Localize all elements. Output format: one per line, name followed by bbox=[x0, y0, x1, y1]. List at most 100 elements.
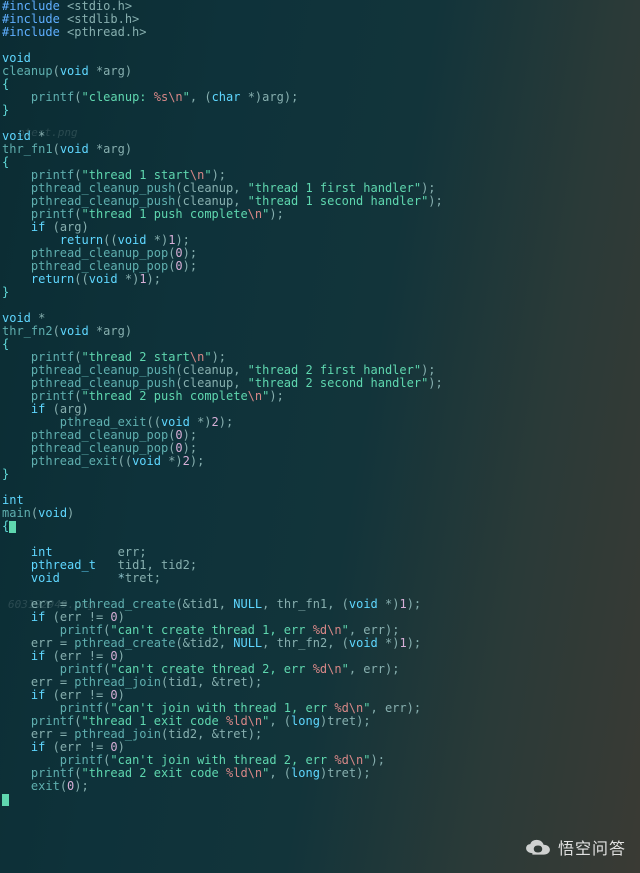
code-token: ( bbox=[175, 363, 182, 377]
code-token: 0 bbox=[175, 441, 182, 455]
code-token: ); bbox=[183, 259, 197, 273]
code-token bbox=[2, 272, 31, 286]
code-token: ); bbox=[407, 636, 421, 650]
code-token: err bbox=[118, 545, 140, 559]
code-token: ( bbox=[74, 714, 81, 728]
code-token: *) bbox=[161, 454, 183, 468]
code-token: ( bbox=[74, 389, 81, 403]
code-token: , bbox=[219, 636, 233, 650]
code-token: arg bbox=[60, 402, 82, 416]
code-token bbox=[2, 675, 31, 689]
code-token bbox=[2, 558, 31, 572]
code-token: cleanup bbox=[183, 194, 234, 208]
code-token: " bbox=[183, 90, 190, 104]
code-token bbox=[2, 415, 60, 429]
code-token: void bbox=[118, 233, 147, 247]
code-token: ); bbox=[183, 246, 197, 260]
code-token: *) bbox=[118, 272, 140, 286]
code-token: ; bbox=[139, 545, 146, 559]
code-token: 0 bbox=[110, 610, 117, 624]
code-token: * bbox=[31, 311, 45, 325]
code-token: "cleanup: bbox=[82, 90, 154, 104]
code-token: * bbox=[89, 324, 103, 338]
code-token: "thread 2 start bbox=[82, 350, 190, 364]
code-token: ); bbox=[407, 701, 421, 715]
code-token: ) bbox=[118, 688, 125, 702]
code-token bbox=[2, 116, 16, 130]
code-token: void bbox=[60, 324, 89, 338]
code-token bbox=[2, 259, 31, 273]
code-token bbox=[2, 597, 31, 611]
code-token: ; bbox=[154, 571, 161, 585]
code-token: != bbox=[82, 649, 111, 663]
code-token bbox=[2, 480, 16, 494]
code-token: "can't join with thread 1, err bbox=[110, 701, 334, 715]
code-token bbox=[2, 753, 60, 767]
code-token: "can't create thread 1, err bbox=[110, 623, 312, 637]
code-token: <stdlib.h> bbox=[60, 12, 139, 26]
code-token: tid1 bbox=[190, 597, 219, 611]
code-token: NULL bbox=[233, 597, 262, 611]
code-token: (( bbox=[74, 272, 88, 286]
code-token: ); bbox=[183, 441, 197, 455]
code-token: %s\n bbox=[154, 90, 183, 104]
code-token bbox=[2, 610, 31, 624]
code-token: ); bbox=[219, 415, 233, 429]
code-token: ) bbox=[82, 402, 89, 416]
code-token: , bbox=[349, 662, 363, 676]
code-token: printf bbox=[60, 623, 103, 637]
code-token: \n bbox=[248, 207, 262, 221]
code-token: ( bbox=[45, 610, 59, 624]
code-token: cleanup bbox=[183, 181, 234, 195]
code-token: { bbox=[2, 519, 9, 533]
code-token: } bbox=[2, 467, 9, 481]
code-token bbox=[2, 363, 31, 377]
code-token: %d\n bbox=[313, 662, 342, 676]
code-token: %ld\n bbox=[226, 714, 262, 728]
code-token: ); bbox=[421, 181, 435, 195]
code-token: " bbox=[204, 168, 211, 182]
code-token: ( bbox=[74, 90, 81, 104]
code-token: ); bbox=[269, 207, 283, 221]
code-token: , ( bbox=[269, 714, 291, 728]
code-token: { bbox=[2, 77, 9, 91]
code-token: , bbox=[233, 376, 247, 390]
code-token: "can't join with thread 2, err bbox=[110, 753, 334, 767]
code-token bbox=[2, 207, 31, 221]
code-token: tret bbox=[327, 766, 356, 780]
code-token bbox=[53, 545, 118, 559]
code-token: err bbox=[385, 701, 407, 715]
code-token: ); bbox=[74, 779, 88, 793]
code-token bbox=[2, 779, 31, 793]
code-token: pthread_join bbox=[74, 675, 161, 689]
code-token: tid2 bbox=[190, 636, 219, 650]
code-token: void bbox=[349, 597, 378, 611]
code-token: void bbox=[60, 142, 89, 156]
code-token: err bbox=[60, 610, 82, 624]
code-token: %d\n bbox=[334, 701, 363, 715]
code-token bbox=[2, 649, 31, 663]
code-token: ) bbox=[118, 740, 125, 754]
code-token: void bbox=[161, 415, 190, 429]
code-token: printf bbox=[60, 701, 103, 715]
code-token: ( bbox=[53, 324, 60, 338]
code-token: ( bbox=[45, 220, 59, 234]
code-token: printf bbox=[31, 168, 74, 182]
code-token: , bbox=[147, 558, 161, 572]
code-token: arg bbox=[262, 90, 284, 104]
code-token bbox=[96, 558, 118, 572]
code-token: 0 bbox=[175, 428, 182, 442]
code-token: if bbox=[31, 220, 45, 234]
code-token: ); bbox=[212, 350, 226, 364]
code-token: , ( bbox=[269, 766, 291, 780]
code-token: 1 bbox=[139, 272, 146, 286]
code-token: = bbox=[53, 675, 75, 689]
code-token: "can't create thread 2, err bbox=[110, 662, 312, 676]
code-token: ) bbox=[118, 649, 125, 663]
code-token: 1 bbox=[399, 636, 406, 650]
code-token: 0 bbox=[110, 688, 117, 702]
code-token bbox=[2, 194, 31, 208]
code-token bbox=[2, 532, 16, 546]
code-token: *) bbox=[147, 233, 169, 247]
code-token: ); bbox=[212, 168, 226, 182]
